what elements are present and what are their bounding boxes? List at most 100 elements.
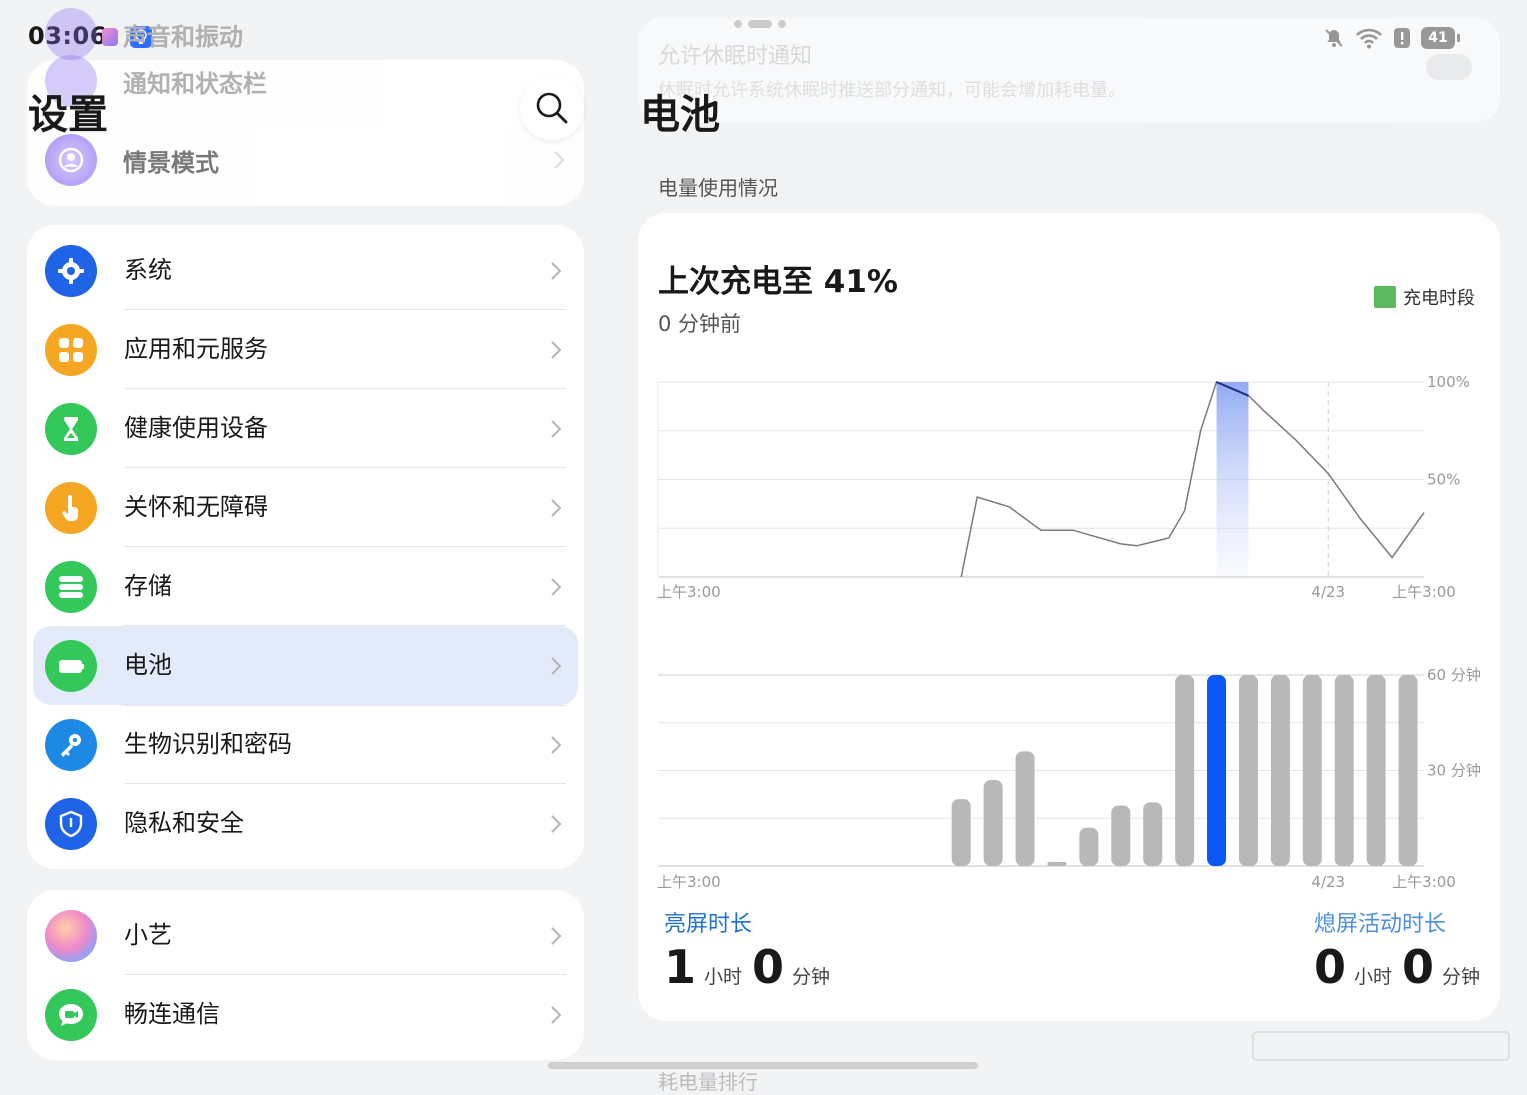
screen-on-label[interactable]: 亮屏时长: [664, 906, 752, 938]
key-icon: [45, 719, 97, 771]
chevron-right-icon: [554, 151, 565, 169]
y-tick-100: 100%: [1427, 373, 1470, 391]
sidebar-item-label: 存储: [124, 572, 172, 600]
y-tick-50: 50%: [1427, 471, 1460, 489]
sidebar-item-label: 系统: [124, 256, 172, 284]
charging-band: [1216, 382, 1249, 577]
chevron-right-icon: [551, 340, 562, 359]
meetime-icon: [45, 989, 97, 1041]
sidebar-item-label: 电池: [124, 651, 172, 679]
usage-bar: [1302, 675, 1322, 866]
battery-charts[interactable]: 100%50%上午3:00 4/23 上午3:0060 分钟30 分钟上午3:00 4…: [650, 365, 1490, 895]
faded-setting-desc: 休眠时允许系统休眠时推送部分通知，可能会增加耗电量。: [658, 80, 1126, 101]
sidebar-item-meetime[interactable]: 畅连通信: [27, 975, 584, 1054]
sidebar-item-apps[interactable]: 应用和元服务: [27, 310, 584, 389]
sidebar-item-label: 健康使用设备: [124, 414, 268, 442]
apps-icon: [45, 324, 97, 376]
y-tick-60: 60 分钟: [1427, 666, 1481, 684]
gear-icon: [45, 245, 97, 297]
x-tick-label: 上午3:00: [1392, 873, 1456, 891]
sidebar-item-privacy[interactable]: 隐私和安全: [27, 784, 584, 863]
last-charge-title: 上次充电至 41%: [658, 264, 898, 300]
home-indicator[interactable]: [548, 1062, 978, 1069]
sidebar-item-label: 应用和元服务: [124, 335, 268, 363]
chevron-right-icon: [551, 814, 562, 833]
hours-unit: 小时: [1354, 966, 1393, 988]
faded-toggle[interactable]: [1426, 54, 1472, 80]
sidebar-item-label: 关怀和无障碍: [124, 493, 268, 521]
screen-off-minutes: 0: [1402, 940, 1435, 994]
sidebar-item-biometrics[interactable]: 生物识别和密码: [27, 705, 584, 784]
x-tick-label: 上午3:00: [1392, 583, 1456, 601]
usage-bar: [1143, 802, 1163, 866]
usage-bar: [1398, 675, 1418, 866]
settings-card-top: 声音和振动 通知和状态栏 情景模式: [27, 8, 584, 206]
sidebar-item-storage[interactable]: 存储: [27, 547, 584, 626]
watermark-bars-icon: [1252, 1031, 1510, 1061]
chevron-right-icon: [551, 735, 562, 754]
usage-bar: [1270, 675, 1290, 866]
sidebar-item-label: 隐私和安全: [124, 809, 244, 837]
x-tick-label: 4/23: [1311, 873, 1345, 891]
x-tick-label: 上午3:00: [657, 583, 721, 601]
battery-icon: [45, 640, 97, 692]
hand-icon: [45, 482, 97, 534]
screen-off-label[interactable]: 熄屏活动时长: [1314, 906, 1446, 938]
sidebar-item-system[interactable]: 系统: [27, 231, 584, 310]
usage-bar: [1334, 675, 1354, 866]
chevron-right-icon: [551, 1005, 562, 1024]
shield-icon: [45, 798, 97, 850]
faded-row-label: 通知和状态栏: [123, 69, 267, 98]
celia-icon: [45, 910, 97, 962]
search-icon: [536, 92, 568, 124]
sidebar-item-label: 生物识别和密码: [124, 730, 292, 758]
page-title: 设置: [28, 92, 108, 138]
sidebar-item-celia[interactable]: 小艺: [27, 896, 584, 975]
sidebar-item-digital-balance[interactable]: 健康使用设备: [27, 389, 584, 468]
scenario-icon: [45, 134, 97, 186]
chevron-right-icon: [551, 926, 562, 945]
selected-highlight: [33, 626, 578, 705]
sidebar-item-label: 情景模式: [123, 148, 219, 177]
usage-bar: [1079, 827, 1099, 866]
chevron-right-icon: [551, 577, 562, 596]
hours-unit: 小时: [704, 966, 743, 988]
chevron-right-icon: [551, 498, 562, 517]
usage-bar: [1366, 675, 1386, 866]
last-charge-time: 0 分钟前: [658, 312, 742, 336]
faded-section-label: 耗电量排行: [658, 1070, 758, 1094]
usage-bar: [1238, 675, 1258, 866]
settings-list-main: 系统 应用和元服务 健康使用设备 关怀和无障碍 存储 电池 生物识别和密码 隐私…: [27, 225, 584, 869]
hourglass-icon: [45, 403, 97, 455]
section-label: 电量使用情况: [658, 176, 778, 200]
x-tick-label: 4/23: [1311, 583, 1345, 601]
screen-on-hours: 1: [664, 940, 697, 994]
chevron-right-icon: [551, 656, 562, 675]
detail-title: 电池: [640, 92, 720, 138]
search-button[interactable]: [520, 76, 584, 140]
y-tick-30: 30 分钟: [1427, 762, 1481, 780]
screen-on-minutes: 0: [752, 940, 785, 994]
settings-list-bottom: 小艺 畅连通信: [27, 890, 584, 1060]
chevron-right-icon: [551, 261, 562, 280]
sidebar-item-accessibility[interactable]: 关怀和无障碍: [27, 468, 584, 547]
chevron-right-icon: [551, 419, 562, 438]
legend-label: 充电时段: [1403, 288, 1475, 309]
screen-off-duration: 0 小时 0 分钟: [1314, 940, 1490, 994]
legend-swatch: [1374, 286, 1396, 308]
screen-off-hours: 0: [1314, 940, 1347, 994]
x-tick-label: 上午3:00: [657, 873, 721, 891]
usage-bar: [1175, 675, 1195, 866]
faded-setting-title: 允许休眠时通知: [658, 44, 813, 69]
faded-row-label: 声音和振动: [123, 22, 243, 51]
sound-icon: [45, 8, 97, 60]
usage-bar: [1207, 675, 1227, 866]
minutes-unit: 分钟: [792, 966, 831, 988]
sidebar-item-battery[interactable]: 电池: [27, 626, 584, 705]
minutes-unit: 分钟: [1442, 966, 1481, 988]
faded-row-sound: 声音和振动: [45, 8, 243, 60]
sidebar-item-scenario[interactable]: 情景模式: [45, 134, 565, 186]
storage-icon: [45, 561, 97, 613]
faded-setting-card: 允许休眠时通知 休眠时允许系统休眠时推送部分通知，可能会增加耗电量。: [638, 18, 1500, 122]
usage-bar: [1047, 862, 1067, 866]
